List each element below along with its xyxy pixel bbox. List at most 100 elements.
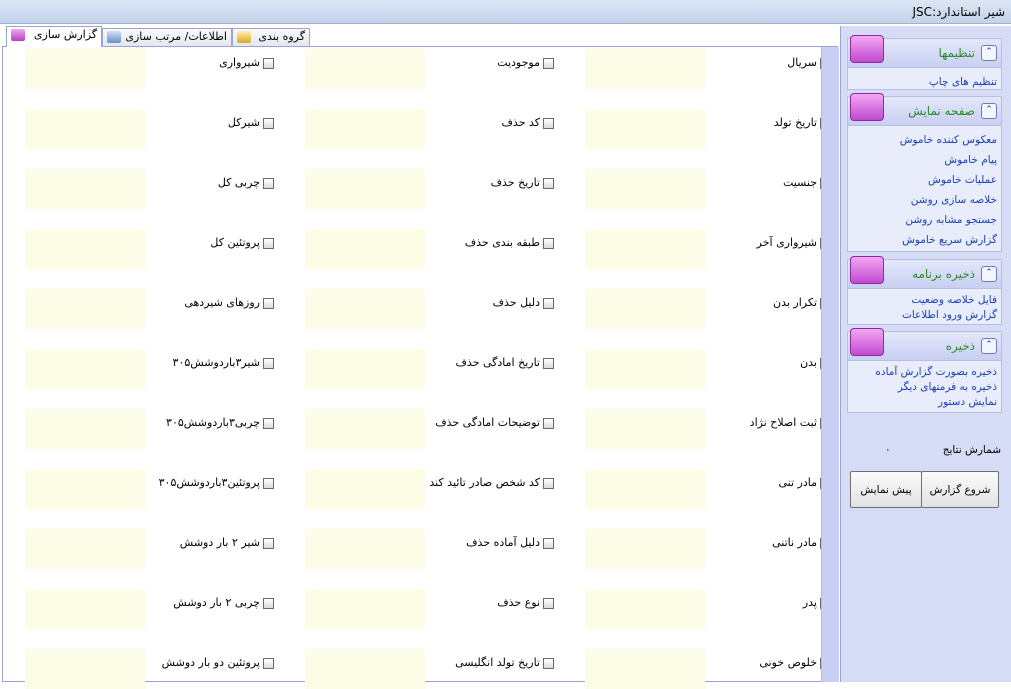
display-link[interactable]: پیام خاموش	[852, 150, 997, 170]
report-field-item[interactable]: موجودیت	[497, 56, 554, 70]
field-checkbox[interactable]	[543, 57, 554, 69]
save-link[interactable]: ذخیره به فرمتهای دیگر	[852, 380, 997, 395]
field-checkbox[interactable]	[543, 597, 554, 609]
report-field-item[interactable]: شیرکل	[228, 116, 274, 130]
field-label: نوع حذف	[497, 596, 540, 609]
title-bar: شیر استاندارد:JSC	[0, 0, 1011, 24]
field-label: مادر تنی	[778, 476, 818, 489]
report-field-item[interactable]: پروتئین۳باردوشش۳۰۵	[159, 476, 274, 490]
field-checkbox[interactable]	[543, 417, 554, 429]
tab-strip: گزارش سازی اطلاعات/ مرتب سازی گروه بندی	[0, 26, 838, 47]
save-link[interactable]: ذخیره بصورت گزارش آماده	[852, 365, 997, 380]
field-value-area	[25, 289, 145, 329]
field-checkbox[interactable]	[543, 357, 554, 369]
field-label: طبقه بندی حذف	[464, 236, 540, 249]
field-checkbox[interactable]	[263, 417, 274, 429]
field-checkbox[interactable]	[263, 357, 274, 369]
report-field-item[interactable]: چربی۳باردوشش۳۰۵	[166, 416, 274, 430]
field-value-area	[585, 589, 705, 629]
field-label: کد حذف	[501, 116, 540, 129]
field-value-area	[25, 589, 145, 629]
display-link[interactable]: گزارش سریع خاموش	[852, 230, 997, 250]
field-checkbox[interactable]	[543, 177, 554, 189]
report-field-item[interactable]: ثبت اصلاح نژاد	[750, 416, 831, 430]
save-program-link[interactable]: فایل خلاصه وضعیت	[852, 293, 997, 308]
field-value-area	[305, 469, 425, 509]
field-label: سریال	[787, 56, 817, 69]
report-field-item[interactable]: کد حذف	[502, 116, 554, 130]
report-field-item[interactable]: تاریخ حذف	[491, 176, 554, 190]
report-field-item[interactable]: شیرواری آخر	[757, 236, 831, 250]
collapse-chevron-icon[interactable]: ⌃	[981, 45, 997, 61]
field-value-area	[305, 349, 425, 389]
save-link[interactable]: نمایش دستور	[852, 395, 997, 410]
field-label: پروتئین۳باردوشش۳۰۵	[158, 476, 260, 489]
field-checkbox[interactable]	[263, 657, 274, 669]
field-checkbox[interactable]	[263, 477, 274, 489]
field-checkbox[interactable]	[263, 177, 274, 189]
report-field-item[interactable]: نوع حذف	[497, 596, 554, 610]
report-field-item[interactable]: دلیل آماده حذف	[466, 536, 554, 550]
tab-grouping[interactable]: گروه بندی	[232, 28, 310, 46]
report-field-item[interactable]: پروتئین دو بار دوشش	[162, 656, 274, 670]
field-label: روزهای شیردهی	[184, 296, 260, 309]
field-checkbox[interactable]	[543, 117, 554, 129]
report-field-item[interactable]: توضیحات امادگی حذف	[435, 416, 554, 430]
report-field-item[interactable]: چربی ۲ بار دوشش	[173, 596, 274, 610]
field-value-area	[305, 289, 425, 329]
field-label: شیر۳باردوشش۳۰۵	[172, 356, 260, 369]
preview-button[interactable]: پیش نمایش	[850, 471, 922, 508]
save-program-link[interactable]: گزارش ورود اطلاعات	[852, 308, 997, 323]
collapse-chevron-icon[interactable]: ⌃	[981, 103, 997, 119]
report-field-item[interactable]: تاریخ تولد انگلیسی	[455, 656, 554, 670]
report-fields-panel: سریال تاریخ تولد جنسیت شیرواری آخر تکرار بدن…	[2, 46, 839, 689]
tab-label: گزارش سازی	[33, 28, 97, 41]
field-value-area	[585, 109, 705, 149]
field-label: مادر ناتنی	[772, 536, 817, 549]
field-checkbox[interactable]	[543, 297, 554, 309]
report-field-item[interactable]: شیرواری	[219, 56, 274, 70]
field-checkbox[interactable]	[263, 117, 274, 129]
report-field-item[interactable]: کد شخص صادر تائید کند	[429, 476, 554, 490]
grouping-icon	[237, 31, 251, 43]
tab-info-sort[interactable]: اطلاعات/ مرتب سازی	[102, 28, 232, 46]
settings-group: تنظیمها ⌃ تنظیم های چاپ	[847, 35, 1002, 92]
field-checkbox[interactable]	[263, 237, 274, 249]
field-label: شیرواری	[219, 56, 260, 69]
save-group-header[interactable]: ذخیره ⌃	[848, 328, 1001, 361]
result-count-value: ۰	[885, 444, 891, 456]
report-field-item[interactable]: تاریخ امادگی حذف	[456, 356, 554, 370]
display-group-header[interactable]: صفحه نمایش ⌃	[848, 93, 1001, 126]
report-field-item[interactable]: پروتئین کل	[210, 236, 274, 250]
save-program-group-header[interactable]: ذخیره برنامه ⌃	[848, 256, 1001, 289]
display-link[interactable]: جستجو مشابه روشن	[852, 210, 997, 230]
display-link[interactable]: معکوس کننده خاموش	[852, 130, 997, 150]
field-value-area	[305, 109, 425, 149]
field-checkbox[interactable]	[263, 537, 274, 549]
field-checkbox[interactable]	[263, 297, 274, 309]
field-label: جنسیت	[782, 176, 817, 189]
vertical-scrollbar[interactable]	[821, 47, 839, 682]
tab-report-building[interactable]: گزارش سازی	[6, 26, 102, 47]
field-checkbox[interactable]	[543, 657, 554, 669]
field-checkbox[interactable]	[263, 57, 274, 69]
collapse-chevron-icon[interactable]: ⌃	[981, 338, 997, 354]
field-checkbox[interactable]	[543, 477, 554, 489]
field-checkbox[interactable]	[543, 537, 554, 549]
display-link[interactable]: خلاصه سازی روشن	[852, 190, 997, 210]
settings-group-header[interactable]: تنظیمها ⌃	[848, 35, 1001, 68]
field-checkbox[interactable]	[263, 597, 274, 609]
report-field-item[interactable]: چربی کل	[218, 176, 274, 190]
print-settings-link[interactable]: تنظیم های چاپ	[852, 72, 997, 92]
start-report-button[interactable]: شروع گزارش	[921, 471, 999, 508]
display-link[interactable]: عملیات خاموش	[852, 170, 997, 190]
field-checkbox[interactable]	[543, 237, 554, 249]
report-field-item[interactable]: دلیل حذف	[493, 296, 554, 310]
report-field-item[interactable]: طبقه بندی حذف	[465, 236, 554, 250]
collapse-chevron-icon[interactable]: ⌃	[981, 266, 997, 282]
save-icon	[850, 328, 884, 356]
settings-gear-icon	[850, 35, 884, 63]
report-field-item[interactable]: شیر۳باردوشش۳۰۵	[173, 356, 274, 370]
report-field-item[interactable]: شیر ۲ بار دوشش	[180, 536, 274, 550]
report-field-item[interactable]: روزهای شیردهی	[184, 296, 274, 310]
